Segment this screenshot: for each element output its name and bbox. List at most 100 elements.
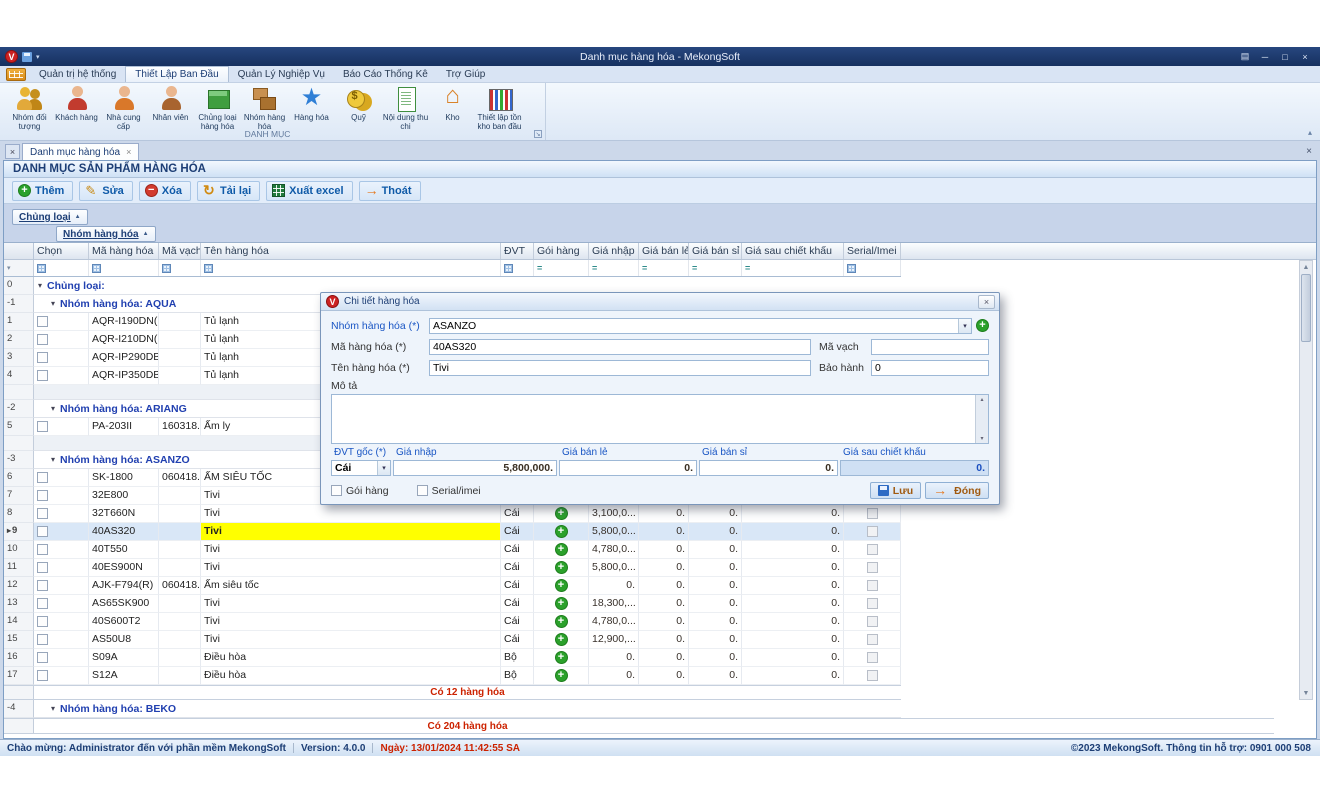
unit-cell[interactable]: Cái: [501, 613, 534, 631]
group-chip-nhom-hang-hoa[interactable]: Nhóm hàng hóa ▲: [56, 226, 156, 242]
column-header[interactable]: Giá bán sỉ: [689, 243, 742, 259]
select-cell[interactable]: [34, 577, 89, 595]
serial-checkbox[interactable]: [867, 508, 878, 519]
row-checkbox[interactable]: [37, 634, 48, 645]
save-button[interactable]: Lưu: [870, 482, 921, 499]
minimize-icon[interactable]: ─: [1256, 50, 1274, 63]
product-code-cell[interactable]: AS50U8: [89, 631, 159, 649]
product-name-cell[interactable]: Điều hòa: [201, 667, 501, 685]
skin-menu-icon[interactable]: ▤: [1236, 50, 1254, 63]
collapse-ribbon-icon[interactable]: ▴: [1308, 128, 1312, 137]
wholesale-price-cell[interactable]: 0.: [689, 649, 742, 667]
barcode-cell[interactable]: [159, 541, 201, 559]
product-code-cell[interactable]: 40AS320: [89, 523, 159, 541]
add-package-icon[interactable]: [555, 543, 568, 556]
table-row[interactable]: 15 AS50U8 Tivi Cái 12,900,... 0. 0. 0.: [4, 631, 901, 649]
column-header[interactable]: Serial/Imei: [844, 243, 901, 259]
serial-checkbox[interactable]: [867, 562, 878, 573]
product-name-cell[interactable]: Tivi: [201, 631, 501, 649]
collapse-group-icon[interactable]: ▾: [51, 455, 55, 464]
unit-cell[interactable]: Cái: [501, 631, 534, 649]
product-code-cell[interactable]: 40T550: [89, 541, 159, 559]
add-group-button[interactable]: [976, 319, 989, 332]
product-code-cell[interactable]: PA-203II: [89, 418, 159, 436]
serial-cell[interactable]: [844, 613, 901, 631]
serial-cell[interactable]: [844, 649, 901, 667]
scroll-up-icon[interactable]: ▴: [980, 396, 983, 403]
barcode-cell[interactable]: 060418...: [159, 469, 201, 487]
serial-checkbox[interactable]: [867, 526, 878, 537]
product-code-cell[interactable]: AQR-I210DN(...: [89, 331, 159, 349]
row-checkbox[interactable]: [37, 421, 48, 432]
row-checkbox[interactable]: [37, 316, 48, 327]
product-code-cell[interactable]: 32T660N: [89, 505, 159, 523]
product-name-cell[interactable]: Tivi: [201, 541, 501, 559]
purchase-price-cell[interactable]: 5,800,0...: [589, 559, 639, 577]
retail-price-cell[interactable]: 0.: [639, 523, 689, 541]
row-checkbox[interactable]: [37, 598, 48, 609]
document-tab[interactable]: Danh mục hàng hóa ×: [22, 143, 139, 160]
product-name-cell[interactable]: Điều hòa: [201, 649, 501, 667]
collapse-group-icon[interactable]: ▾: [51, 299, 55, 308]
retail-price-cell[interactable]: 0.: [639, 505, 689, 523]
product-code-cell[interactable]: AQR-IP290DB...: [89, 349, 159, 367]
wholesale-price-input[interactable]: [699, 460, 838, 476]
filter-cell[interactable]: [589, 260, 639, 276]
row-checkbox[interactable]: [37, 490, 48, 501]
select-cell[interactable]: [34, 523, 89, 541]
description-textarea[interactable]: [332, 395, 975, 443]
unit-combo[interactable]: ▾: [331, 460, 391, 476]
serial-checkbox-field[interactable]: Serial/imei: [417, 485, 481, 497]
filter-cell[interactable]: [159, 260, 201, 276]
ribbon-item[interactable]: Nhà cung cấp: [100, 85, 147, 131]
product-name-cell[interactable]: Tivi: [201, 505, 501, 523]
barcode-cell[interactable]: [159, 331, 201, 349]
serial-checkbox[interactable]: [867, 616, 878, 627]
barcode-cell[interactable]: [159, 667, 201, 685]
ribbon-item[interactable]: Quỹ: [335, 85, 382, 127]
serial-checkbox[interactable]: [867, 580, 878, 591]
barcode-cell[interactable]: [159, 559, 201, 577]
product-code-cell[interactable]: AS65SK900: [89, 595, 159, 613]
table-row[interactable]: 9 40AS320 Tivi Cái 5,800,0... 0. 0. 0.: [4, 523, 901, 541]
table-row[interactable]: 13 AS65SK900 Tivi Cái 18,300,... 0. 0. 0…: [4, 595, 901, 613]
package-cell[interactable]: [534, 559, 589, 577]
package-cell[interactable]: [534, 505, 589, 523]
discount-price-cell[interactable]: 0.: [742, 505, 844, 523]
ribbon-item[interactable]: Nhóm đối tượng: [6, 85, 53, 131]
product-code-cell[interactable]: S12A: [89, 667, 159, 685]
package-checkbox[interactable]: [331, 485, 342, 496]
discount-price-cell[interactable]: 0.: [742, 541, 844, 559]
wholesale-price-cell[interactable]: 0.: [689, 577, 742, 595]
barcode-cell[interactable]: [159, 349, 201, 367]
column-header[interactable]: Gói hàng: [534, 243, 589, 259]
close-button[interactable]: Đóng: [925, 482, 989, 499]
row-checkbox[interactable]: [37, 352, 48, 363]
ribbon-tab[interactable]: Thiết Lập Ban Đầu: [125, 66, 228, 82]
row-checkbox[interactable]: [37, 508, 48, 519]
package-cell[interactable]: [534, 613, 589, 631]
select-cell[interactable]: [34, 613, 89, 631]
discount-price-cell[interactable]: 0.: [742, 577, 844, 595]
add-package-icon[interactable]: [555, 597, 568, 610]
purchase-price-cell[interactable]: 0.: [589, 577, 639, 595]
purchase-price-cell[interactable]: 4,780,0...: [589, 541, 639, 559]
row-checkbox[interactable]: [37, 370, 48, 381]
barcode-cell[interactable]: [159, 313, 201, 331]
package-checkbox-field[interactable]: Gói hàng: [331, 485, 389, 497]
select-cell[interactable]: [34, 313, 89, 331]
product-name-cell[interactable]: Ấm siêu tốc: [201, 577, 501, 595]
toolbar-button[interactable]: Thoát: [359, 181, 421, 201]
discount-price-input[interactable]: [840, 460, 989, 476]
serial-cell[interactable]: [844, 523, 901, 541]
retail-price-cell[interactable]: 0.: [639, 667, 689, 685]
discount-price-cell[interactable]: 0.: [742, 559, 844, 577]
barcode-input[interactable]: [871, 339, 989, 355]
discount-price-cell[interactable]: 0.: [742, 613, 844, 631]
ribbon-tab[interactable]: Trợ Giúp: [437, 66, 495, 82]
ribbon-item[interactable]: Nhân viên: [147, 85, 194, 127]
retail-price-cell[interactable]: 0.: [639, 631, 689, 649]
discount-price-cell[interactable]: 0.: [742, 667, 844, 685]
product-code-cell[interactable]: AJK-F794(R): [89, 577, 159, 595]
ribbon-item[interactable]: Chủng loại hàng hóa: [194, 85, 241, 131]
